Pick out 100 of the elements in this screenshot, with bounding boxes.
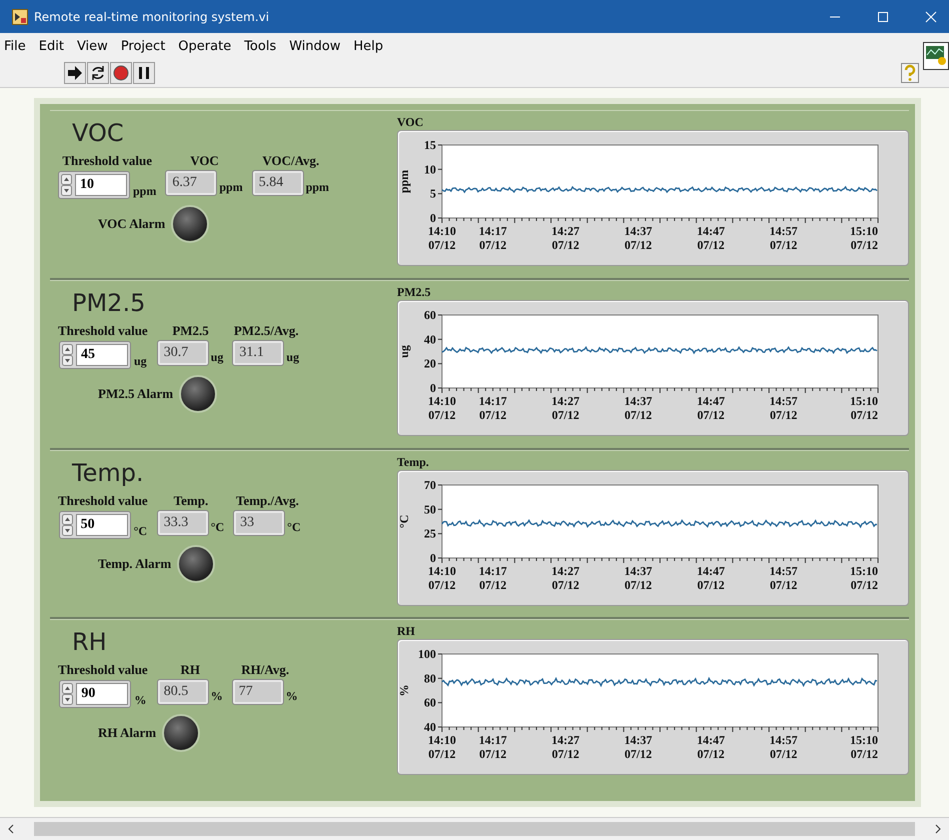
tick-label: 07/12 [552,238,580,252]
control-label: Threshold value [58,322,148,339]
tick-label: 14:27 [552,224,580,238]
app-icon [12,8,28,24]
tick-label: 07/12 [479,747,507,762]
unit-label: % [134,693,146,708]
tick-label: 70 [424,478,436,492]
menu-item[interactable]: View [76,38,108,54]
tick-label: 5 [430,186,436,201]
tick-label: 07/12 [428,747,456,762]
tick-label: 07/12 [624,578,652,592]
run-continuously-icon[interactable] [87,62,109,84]
tick-label: 14:47 [696,564,725,578]
menu-item[interactable]: Project [120,38,166,54]
chart-title: RH [397,624,416,640]
numeric-control[interactable]: 90 [59,680,132,708]
scroll-left-icon[interactable] [6,824,16,834]
numeric-control[interactable]: 45 [59,340,131,369]
abort-icon[interactable] [110,62,132,84]
unit-label: ug [286,350,300,365]
menu-item[interactable]: Operate [178,38,232,54]
tick-label: 14:57 [770,564,798,578]
tick-label: 07/12 [697,238,725,252]
tick-label: 07/12 [697,747,725,762]
alarm-label: Temp. Alarm [98,556,172,572]
spinner-icon[interactable] [62,683,74,706]
spinner-icon[interactable] [62,514,73,536]
spinner-icon[interactable] [62,344,73,366]
tick-label: 40 [424,332,436,346]
tick-label: 80 [424,672,436,686]
indicator-label: Temp. [174,492,208,508]
tick-label: 14:10 [428,224,456,238]
tick-label: 25 [424,526,436,540]
menu-item[interactable]: Help [353,38,384,54]
tick-label: 07/12 [552,578,580,592]
unit-label: °C [210,520,224,534]
numeric-indicator: 33.3 [158,510,208,534]
tick-label: 0 [430,211,436,225]
spinner-icon[interactable] [61,174,72,196]
tick-label: 14:37 [624,733,652,748]
section-title: VOC [72,119,125,147]
unit-label: ppm [133,184,156,199]
maximize-icon[interactable] [877,10,889,22]
chart-title: Temp. [397,454,430,470]
indicator-label: PM2.5/Avg. [234,322,299,339]
tick-label: 14:37 [624,564,652,578]
tick-label: 14:47 [696,224,725,238]
numeric-indicator: 30.7 [158,340,208,365]
menu-item[interactable]: Tools [244,38,276,54]
close-icon[interactable] [925,10,937,22]
window-title: Remote real-time monitoring system.vi [34,10,270,24]
unit-label: °C [134,524,148,538]
chart-title: PM2.5 [397,284,432,300]
numeric-indicator: 5.84 [252,171,303,195]
tick-label: 07/12 [850,238,878,252]
numeric-control[interactable]: 10 [58,171,130,199]
indicator-label: Temp./Avg. [236,492,299,508]
numeric-control[interactable]: 50 [58,510,131,538]
axis-label: ppm [398,170,411,194]
tick-label: 14:17 [478,564,507,578]
tick-label: 07/12 [428,408,456,422]
tick-label: 15:10 [850,733,878,748]
axis-label: °C [398,514,411,528]
tick-label: 60 [424,696,436,710]
help-icon[interactable] [901,63,919,83]
tick-label: 14:17 [478,394,507,408]
tick-label: 14:10 [428,394,456,408]
tick-label: 14:47 [696,733,725,748]
menu-item[interactable]: File [4,38,26,54]
scroll-right-icon[interactable] [933,824,943,834]
pause-icon[interactable] [133,62,155,84]
tick-label: 14:37 [624,394,652,408]
tick-label: 14:10 [428,564,456,578]
menu-item[interactable]: Edit [38,38,64,54]
tick-label: 07/12 [428,238,456,252]
tick-label: 100 [418,647,436,662]
unit-label: % [210,689,223,704]
unit-label: °C [287,520,301,534]
tick-label: 14:27 [552,564,580,578]
tick-label: 07/12 [428,578,456,592]
tick-label: 07/12 [770,747,798,762]
tick-label: 15 [424,138,436,152]
section-title: PM2.5 [72,288,146,317]
unit-label: ppm [219,180,243,195]
menu-item[interactable]: Window [289,38,340,54]
numeric-indicator: 77 [232,680,283,704]
tick-label: 15:10 [850,394,878,408]
section-title: Temp. [72,458,145,486]
numeric-indicator: 80.5 [158,680,208,704]
alarm-label: RH Alarm [98,725,156,742]
control-label: Threshold value [58,492,148,508]
section-title: RH [72,628,108,656]
tick-label: 0 [430,380,436,395]
numeric-indicator: 6.37 [166,171,216,195]
unit-label: ppm [306,180,330,195]
axis-label: % [398,684,411,697]
tick-label: 60 [424,308,436,322]
unit-label: ug [210,350,224,365]
tick-label: 07/12 [697,408,725,422]
indicator-label: VOC [190,153,219,169]
